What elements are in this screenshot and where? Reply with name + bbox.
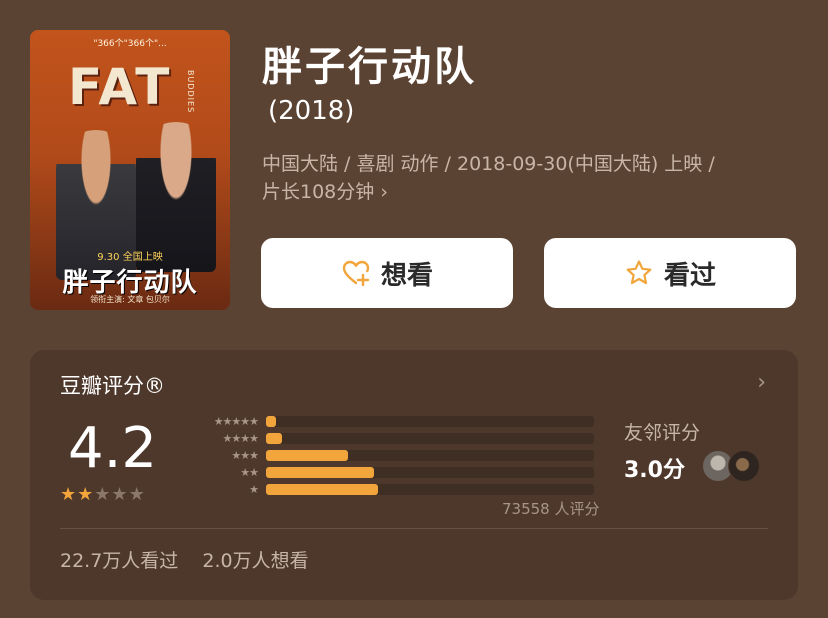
rating-card[interactable]: 豆瓣评分® › 4.2 ★★★★★ ★★★★★ ★★★★ ★★★ ★★ ★ 73558 … [30,350,798,600]
want-count: 2.0万人想看 [202,550,309,572]
heart-plus-icon [342,260,370,287]
chevron-right-icon[interactable]: › [757,370,766,395]
distribution-bar [266,467,375,478]
rating-star-icon: ★ [111,484,129,505]
distribution-bar [266,484,378,495]
poster-date: 9.30 全国上映 [97,252,163,263]
distribution-track [266,433,594,444]
poster-credits: 领衔主演: 文章 包贝尔 [90,295,170,304]
want-to-watch-label: 想看 [380,260,433,291]
meta-line-1: 中国大陆 / 喜剧 动作 / 2018-09-30(中国大陆) 上映 / [262,153,715,175]
movie-title: 胖子行动队 [262,44,477,90]
distribution-stars-label: ★ [249,483,259,496]
watched-label: 看过 [663,260,716,291]
distribution-stars-label: ★★ [240,466,259,479]
divider [60,528,768,529]
rating-stars: ★★★★★ [60,484,146,505]
distribution-stars-label: ★★★★ [222,432,259,445]
distribution-bar [266,450,348,461]
watched-button[interactable]: 看过 [544,238,796,308]
distribution-track [266,484,594,495]
want-to-watch-button[interactable]: 想看 [261,238,513,308]
distribution-track [266,416,594,427]
distribution-bar [266,433,283,444]
poster-tagline: "366个"366个"... [93,39,167,49]
rating-votes: 73558 人评分 [502,500,600,518]
rating-star-icon: ★ [77,484,95,505]
rating-star-icon: ★ [94,484,112,505]
rating-title: 豆瓣评分® [60,374,165,398]
rating-star-icon: ★ [128,484,146,505]
friend-rating-label: 友邻评分 [624,422,701,444]
star-outline-icon [626,260,652,285]
seen-count: 22.7万人看过 [60,550,179,572]
rating-score: 4.2 [68,416,158,481]
chevron-right-icon: › [380,181,388,203]
poster-side-text: BUDDIES [186,70,195,114]
distribution-track [266,467,594,478]
distribution-track [266,450,594,461]
watch-stats: 22.7万人看过 2.0万人想看 [60,546,309,573]
meta-line-2: 片长108分钟 › [262,178,802,206]
movie-meta[interactable]: 中国大陆 / 喜剧 动作 / 2018-09-30(中国大陆) 上映 / 片长1… [262,150,802,206]
friend-avatar[interactable] [728,450,760,482]
distribution-stars-label: ★★★★★ [213,415,259,428]
movie-poster[interactable]: "366个"366个"... FAT BUDDIES 9.30 全国上映 胖子行… [30,30,230,310]
meta-duration: 片长108分钟 [262,181,375,203]
rating-star-icon: ★ [60,484,78,505]
friend-rating-score: 3.0分 [624,458,685,483]
poster-logo: FAT [68,58,172,116]
distribution-bar [266,416,276,427]
distribution-stars-label: ★★★ [231,449,259,462]
movie-year: (2018) [268,96,355,126]
